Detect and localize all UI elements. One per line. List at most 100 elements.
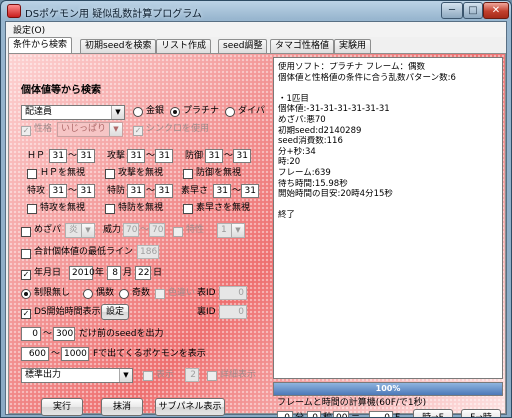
calc-seconds-input[interactable]: 0 [307, 411, 321, 417]
hidden-power-checkbox[interactable] [21, 227, 31, 237]
seed-from-input[interactable]: 0 [21, 327, 41, 341]
ds-time-checkbox[interactable]: ✓ [21, 309, 31, 319]
client-area: 設定(O) 条件から検索 初期seedを検索 リスト作成 seed調整 タマゴ性… [5, 21, 507, 417]
personality-select[interactable]: いじっぱり ▼ [57, 122, 123, 137]
calc-frames-input[interactable]: 0 [369, 411, 393, 417]
ignore-atk-label: 攻撃を無視 [118, 168, 164, 178]
run-button[interactable]: 実行 [41, 398, 83, 416]
ignore-spa-checkbox[interactable] [27, 204, 37, 214]
day-input[interactable]: 22 [135, 266, 151, 280]
hp-min-input[interactable]: 31 [49, 149, 67, 163]
color-checkbox[interactable] [155, 289, 165, 299]
detail-checkbox[interactable] [207, 371, 217, 381]
tab-experiment[interactable]: 実験用 [334, 39, 372, 53]
atk-min-input[interactable]: 31 [127, 149, 145, 163]
title-bar[interactable]: DSポケモン用 疑似乱数計算プログラム ─ □ ✕ [1, 1, 511, 21]
print-count-input[interactable]: 2 [185, 368, 199, 382]
stat-label-atk: 攻撃 [107, 151, 126, 161]
hp-max-input[interactable]: 31 [77, 149, 95, 163]
power-min-input[interactable]: 70 [123, 223, 139, 237]
tab-egg-personality[interactable]: タマゴ性格値 [270, 39, 335, 53]
tab-list[interactable]: リスト作成 [156, 39, 212, 53]
stat-label-spa: 特攻 [27, 186, 46, 196]
soft-radio-dp[interactable] [225, 107, 235, 117]
nature-select[interactable]: 配達員 ▼ [21, 105, 125, 120]
print-checkbox[interactable] [143, 371, 153, 381]
back-id-label: 裏ID [197, 307, 216, 317]
tilde: ～ [43, 329, 53, 339]
atk-max-input[interactable]: 31 [155, 149, 173, 163]
frame-from-input[interactable]: 600 [21, 347, 49, 361]
spe-min-input[interactable]: 31 [213, 184, 231, 198]
soft-radio-platinum[interactable] [170, 107, 180, 117]
result-line [278, 83, 498, 94]
total-input[interactable]: 186 [137, 245, 159, 259]
tab-search-by-condition[interactable]: 条件から検索 [8, 37, 73, 53]
ignore-spd-checkbox[interactable] [105, 204, 115, 214]
spa-max-input[interactable]: 31 [77, 184, 95, 198]
spd-min-input[interactable]: 31 [127, 184, 145, 198]
frame-to-time-button[interactable]: F→時 [461, 409, 501, 417]
calc-sub-input[interactable]: 00 [333, 411, 349, 417]
result-line: 個体値と性格値の条件に合う乱数パターン数:6 [278, 72, 456, 83]
front-id-input[interactable]: 0 [219, 286, 247, 300]
nature-select-value: 配達員 [25, 107, 53, 117]
ignore-atk-checkbox[interactable] [105, 169, 115, 179]
synchro-checkbox[interactable]: ✓ [133, 126, 143, 136]
result-line: 待ち時間:15.98秒 [278, 178, 348, 189]
subpanel-button[interactable]: サブパネル表示 [155, 398, 225, 416]
total-label: 合計個体値の最低ライン [34, 247, 134, 257]
result-line [278, 200, 498, 211]
clear-button[interactable]: 抹消 [101, 398, 143, 416]
hidden-power-type-select[interactable]: 炎 ▼ [65, 223, 95, 238]
ds-time-settings-button[interactable]: 設定 [101, 304, 129, 320]
personality-checkbox[interactable]: ✓ [21, 126, 31, 136]
soft-radio-gold-silver[interactable] [133, 107, 143, 117]
limit-radio-odd[interactable] [119, 289, 129, 299]
spd-max-input[interactable]: 31 [155, 184, 173, 198]
section-heading: 個体値等から検索 [21, 85, 101, 96]
date-checkbox[interactable]: ✓ [21, 270, 31, 280]
ignore-hp-checkbox[interactable] [27, 169, 37, 179]
month-input[interactable]: 8 [107, 266, 121, 280]
menu-settings[interactable]: 設定(O) [10, 23, 48, 36]
frame-to-input[interactable]: 1000 [61, 347, 89, 361]
result-textarea[interactable]: 使用ソフト：プラチナ フレーム：偶数 個体値と性格値の条件に合う乱数パターン数:… [273, 57, 503, 379]
month-unit: 月 [123, 268, 133, 278]
spa-min-input[interactable]: 31 [49, 184, 67, 198]
seed-to-input[interactable]: 300 [53, 327, 75, 341]
close-button[interactable]: ✕ [483, 2, 509, 19]
output-select[interactable]: 標準出力 ▼ [21, 368, 133, 383]
limit-radio-even[interactable] [83, 289, 93, 299]
back-id-input[interactable]: 0 [219, 305, 247, 319]
power-max-input[interactable]: 70 [149, 223, 165, 237]
year-input[interactable]: 2010 [69, 266, 95, 280]
total-checkbox[interactable] [21, 249, 31, 259]
maximize-button[interactable]: □ [463, 2, 483, 19]
feature-select[interactable]: 1 ▼ [217, 223, 245, 238]
limit-radio-none[interactable] [21, 289, 31, 299]
def-min-input[interactable]: 31 [205, 149, 223, 163]
time-to-frame-button[interactable]: 時→F [413, 409, 453, 417]
tilde: ～ [51, 349, 61, 359]
spe-max-input[interactable]: 31 [241, 184, 259, 198]
hidden-power-label: めざパ [34, 225, 62, 235]
ignore-spe-checkbox[interactable] [183, 204, 193, 214]
result-line: seed消費数:116 [278, 136, 343, 147]
date-label: 年月日 [34, 268, 62, 278]
tilde: ～ [146, 186, 156, 196]
tab-initial-seed[interactable]: 初期seedを検索 [80, 39, 157, 53]
chevron-down-icon: ▼ [231, 224, 244, 237]
calc-minutes-input[interactable]: 0 [277, 411, 293, 417]
ignore-spa-label: 特攻を無視 [40, 203, 86, 213]
limit-label-odd: 奇数 [132, 288, 151, 298]
result-line: 開始時間の目安:20時4分15秒 [278, 189, 393, 200]
ignore-def-checkbox[interactable] [183, 169, 193, 179]
menu-bar: 設定(O) [6, 22, 506, 37]
front-id-label: 表ID [197, 288, 216, 298]
tab-seed-adjust[interactable]: seed調整 [218, 39, 268, 53]
result-line: フレーム:639 [278, 167, 331, 178]
feature-checkbox[interactable] [173, 227, 183, 237]
minimize-button[interactable]: ─ [441, 2, 463, 19]
def-max-input[interactable]: 31 [233, 149, 251, 163]
